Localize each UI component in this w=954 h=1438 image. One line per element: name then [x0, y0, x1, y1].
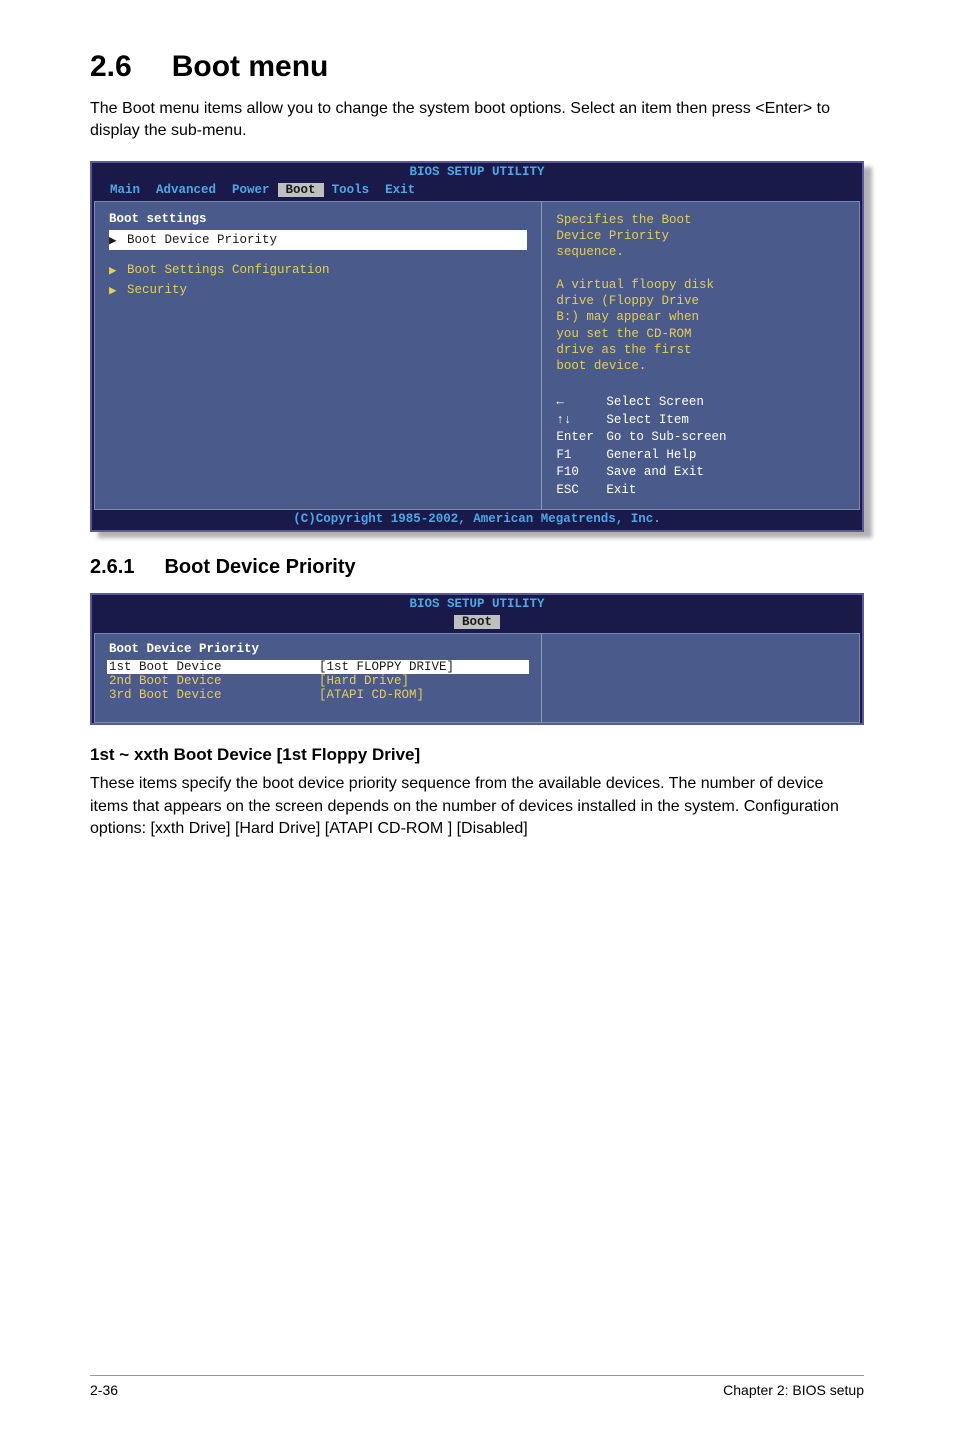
menu-item-security[interactable]: ▶ Security — [109, 280, 527, 300]
help-line: B:) may appear when — [556, 309, 845, 325]
tab-main[interactable]: Main — [102, 183, 148, 197]
help-line: Device Priority — [556, 228, 845, 244]
boot-device-value: [1st FLOPPY DRIVE] — [319, 660, 454, 674]
submenu-arrow-icon: ▶ — [109, 262, 127, 278]
bios-body: Boot settings ▶ Boot Device Priority ▶ B… — [94, 201, 860, 511]
bios-left-pane: Boot Device Priority 1st Boot Device [1s… — [95, 634, 542, 722]
submenu-arrow-icon: ▶ — [109, 282, 127, 298]
boot-device-label: 2nd Boot Device — [109, 674, 319, 688]
section-title: 2.6 Boot menu — [90, 50, 864, 84]
subsection-title-text: Boot Device Priority — [164, 556, 355, 578]
key-label: F1 — [556, 447, 606, 465]
subsubsection-title: 1st ~ xxth Boot Device [1st Floppy Drive… — [90, 745, 864, 765]
key-desc: Select Screen — [606, 394, 704, 412]
subsection-title: 2.6.1 Boot Device Priority — [90, 556, 864, 579]
bios-left-heading: Boot settings — [109, 212, 527, 226]
tab-exit[interactable]: Exit — [377, 183, 423, 197]
menu-item-label: Boot Device Priority — [127, 233, 277, 247]
key-label: ← — [556, 394, 606, 412]
key-desc: Select Item — [606, 412, 689, 430]
menu-item-label: Security — [127, 283, 187, 297]
bios-title: BIOS SETUP UTILITY — [92, 595, 862, 613]
help-line: drive (Floppy Drive — [556, 293, 845, 309]
boot-device-3[interactable]: 3rd Boot Device [ATAPI CD-ROM] — [109, 688, 527, 702]
page-footer: 2-36 Chapter 2: BIOS setup — [90, 1375, 864, 1398]
menu-item-label: Boot Settings Configuration — [127, 263, 330, 277]
bios-left-heading: Boot Device Priority — [109, 642, 527, 656]
key-label: Enter — [556, 429, 606, 447]
body-paragraph: These items specify the boot device prio… — [90, 773, 864, 840]
subsection-number: 2.6.1 — [90, 556, 134, 578]
help-line: boot device. — [556, 358, 845, 374]
boot-device-label: 1st Boot Device — [109, 660, 319, 674]
help-line: A virtual floopy disk — [556, 277, 845, 293]
bios-panel-boot-priority: BIOS SETUP UTILITY Boot Boot Device Prio… — [90, 593, 864, 725]
boot-device-value: [Hard Drive] — [319, 674, 409, 688]
bios-footer: (C)Copyright 1985-2002, American Megatre… — [92, 510, 862, 530]
boot-device-label: 3rd Boot Device — [109, 688, 319, 702]
section-title-text: Boot menu — [172, 50, 329, 83]
bios-left-pane: Boot settings ▶ Boot Device Priority ▶ B… — [95, 202, 542, 510]
intro-text: The Boot menu items allow you to change … — [90, 98, 864, 143]
page-number: 2-36 — [90, 1382, 118, 1398]
bios-help-text: Specifies the Boot Device Priority seque… — [556, 212, 845, 375]
key-desc: General Help — [606, 447, 696, 465]
chapter-label: Chapter 2: BIOS setup — [723, 1382, 864, 1398]
submenu-arrow-icon: ▶ — [109, 232, 127, 248]
bios-tab-bar-small: Boot — [92, 613, 862, 633]
help-line: sequence. — [556, 244, 845, 260]
section-number: 2.6 — [90, 50, 132, 83]
key-desc: Save and Exit — [606, 464, 704, 482]
menu-item-boot-settings-config[interactable]: ▶ Boot Settings Configuration — [109, 260, 527, 280]
boot-device-2[interactable]: 2nd Boot Device [Hard Drive] — [109, 674, 527, 688]
help-line: drive as the first — [556, 342, 845, 358]
tab-advanced[interactable]: Advanced — [148, 183, 224, 197]
key-label: F10 — [556, 464, 606, 482]
help-line: Specifies the Boot — [556, 212, 845, 228]
key-label: ESC — [556, 482, 606, 500]
menu-item-boot-device-priority[interactable]: ▶ Boot Device Priority — [109, 230, 527, 250]
tab-boot[interactable]: Boot — [278, 183, 324, 197]
key-desc: Exit — [606, 482, 636, 500]
bios-title: BIOS SETUP UTILITY — [92, 163, 862, 181]
bios-right-pane: Specifies the Boot Device Priority seque… — [542, 202, 859, 510]
key-desc: Go to Sub-screen — [606, 429, 726, 447]
boot-device-1[interactable]: 1st Boot Device [1st FLOPPY DRIVE] — [107, 660, 529, 674]
help-line: you set the CD-ROM — [556, 326, 845, 342]
tab-boot[interactable]: Boot — [454, 615, 500, 629]
bios-panel-boot-menu: BIOS SETUP UTILITY Main Advanced Power B… — [90, 161, 864, 533]
tab-tools[interactable]: Tools — [324, 183, 378, 197]
tab-power[interactable]: Power — [224, 183, 278, 197]
bios-key-legend: ←Select Screen ↑↓Select Item EnterGo to … — [556, 394, 845, 499]
bios-body-small: Boot Device Priority 1st Boot Device [1s… — [94, 633, 860, 723]
bios-right-pane — [542, 634, 859, 722]
key-label: ↑↓ — [556, 412, 606, 430]
boot-device-value: [ATAPI CD-ROM] — [319, 688, 424, 702]
bios-tab-bar: Main Advanced Power Boot Tools Exit — [92, 181, 862, 201]
help-line — [556, 261, 845, 277]
